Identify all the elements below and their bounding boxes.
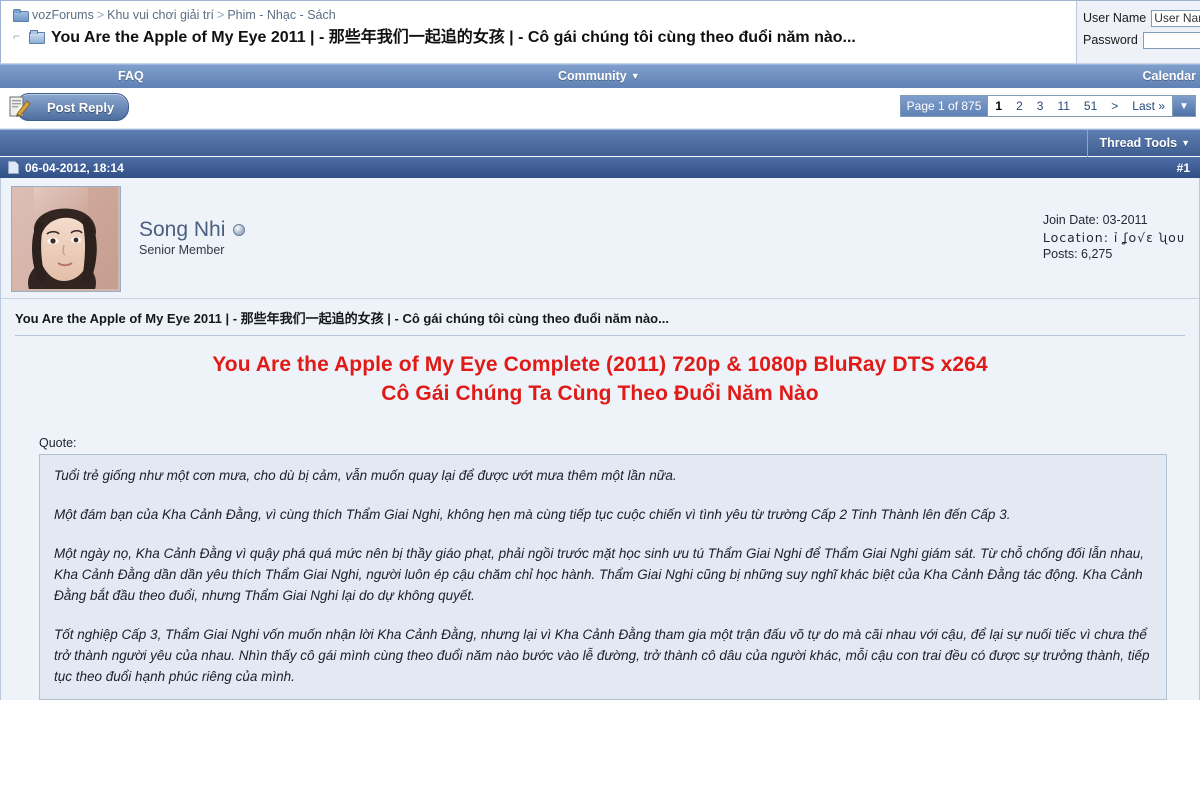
post-title: You Are the Apple of My Eye 2011 | - 那些年… (1, 298, 1199, 335)
nav-item-faq[interactable]: FAQ (118, 69, 144, 83)
forum-page: vozForums > Khu vui chơi giải trí > Phim - N… (0, 0, 1200, 790)
nav-item-calendar[interactable]: Calendar (1143, 69, 1197, 83)
thread-tools-bar: Thread Tools ▼ (0, 129, 1200, 157)
stat-location: Location: ỉ ʆᴏ√ɛ ʯᴏᴜ (1042, 230, 1185, 245)
post-date: 06-04-2012, 18:14 (8, 161, 124, 175)
post-date-text: 06-04-2012, 18:14 (25, 160, 124, 175)
avatar-image (12, 187, 118, 289)
thread-tools-button[interactable]: Thread Tools ▼ (1086, 129, 1200, 157)
nav-item-community-label: Community (558, 69, 627, 83)
post-heading-line-1: You Are the Apple of My Eye Complete (20… (212, 353, 988, 376)
nav-item-community[interactable]: Community ▼ (558, 69, 640, 83)
post-author-name-text: Song Nhi (139, 218, 226, 241)
breadcrumb-thread-title-text: You Are the Apple of My Eye 2011 | - 那些年… (51, 29, 856, 46)
post-heading-line-2: Cô Gái Chúng Ta Cùng Theo Đuổi Năm Nào (381, 382, 819, 405)
post-heading: You Are the Apple of My Eye Complete (20… (15, 350, 1185, 408)
quote-paragraph: Tốt nghiệp Cấp 3, Thẩm Giai Nghi vốn muố… (54, 627, 1150, 684)
top-strip: vozForums > Khu vui chơi giải trí > Phim - N… (0, 0, 1200, 64)
main-navbar: FAQ Community ▼ Calendar (0, 64, 1200, 89)
post-content: You Are the Apple of My Eye Complete (20… (1, 336, 1199, 700)
thread-tools-label: Thread Tools (1099, 136, 1178, 150)
post-reply-button[interactable]: Post Reply (9, 93, 130, 121)
username-label: User Name (1083, 11, 1147, 25)
thread-icon (29, 30, 45, 44)
post-user-info: Song Nhi Senior Member Join Date: 03-201… (1, 178, 1199, 298)
quote-paragraph: Tuổi trẻ giống như một cơn mưa, cho dù b… (54, 468, 677, 483)
page-dropdown-button[interactable]: ▼ (1172, 96, 1195, 116)
page-next-button[interactable]: > (1104, 96, 1125, 116)
post-author-title: Senior Member (139, 243, 225, 257)
page-link-1[interactable]: 1 (988, 96, 1009, 116)
page-link-51[interactable]: 51 (1077, 96, 1104, 116)
offline-status-icon (233, 224, 246, 236)
document-icon (8, 161, 19, 174)
breadcrumb-trail: vozForums > Khu vui chơi giải trí > Phim - N… (13, 7, 1076, 25)
user-meta: Song Nhi Senior Member (121, 186, 1189, 292)
post-header: 06-04-2012, 18:14 #1 (0, 156, 1200, 178)
breadcrumb-link-forum[interactable]: vozForums (32, 8, 94, 22)
breadcrumb-link-subforum[interactable]: Phim - Nhạc - Sách (227, 8, 335, 22)
quote-paragraph: Một đám bạn của Kha Cảnh Đằng, vì cùng t… (54, 507, 1011, 522)
compose-icon (9, 96, 31, 117)
page-link-3[interactable]: 3 (1030, 96, 1051, 116)
thread-toolbar: Post Reply Page 1 of 875 1 2 3 11 51 > L… (0, 89, 1200, 129)
login-box: User Name Password (1076, 0, 1200, 63)
page-link-2[interactable]: 2 (1009, 96, 1030, 116)
post-body: Song Nhi Senior Member Join Date: 03-201… (0, 178, 1200, 700)
post-number[interactable]: #1 (1177, 161, 1190, 175)
page-count-label: Page 1 of 875 (900, 96, 989, 116)
page-last-button[interactable]: Last » (1125, 96, 1172, 116)
quote-paragraph: Một ngày nọ, Kha Cảnh Đằng vì quậy phá q… (54, 546, 1144, 603)
username-row: User Name (1083, 7, 1200, 29)
pagination: Page 1 of 875 1 2 3 11 51 > Last » ▼ (899, 95, 1196, 117)
quote-label: Quote: (39, 436, 77, 450)
breadcrumb-thread-title: ⌐ You Are the Apple of My Eye 2011 | - 那些… (13, 25, 1076, 49)
username-input[interactable] (1151, 9, 1200, 27)
breadcrumb-separator-1: > (96, 8, 105, 22)
breadcrumb-separator-2: > (217, 8, 225, 22)
stat-posts: Posts: 6,275 (1042, 247, 1113, 261)
password-row: Password (1083, 29, 1200, 51)
post-author-name[interactable]: Song Nhi (139, 218, 1189, 242)
avatar[interactable] (11, 186, 121, 292)
chevron-down-icon: ▼ (1181, 138, 1190, 148)
quote-box: Tuổi trẻ giống như một cơn mưa, cho dù b… (39, 454, 1167, 700)
breadcrumb-link-category[interactable]: Khu vui chơi giải trí (107, 8, 214, 22)
stat-join-date: Join Date: 03-2011 (1042, 213, 1148, 227)
post-reply-label: Post Reply (47, 99, 115, 115)
post-author-stats: Join Date: 03-2011 Location: ỉ ʆᴏ√ɛ ʯᴏᴜ … (1043, 212, 1185, 263)
password-label: Password (1083, 33, 1138, 47)
tree-branch-marker: ⌐ (13, 29, 21, 43)
folder-icon (13, 9, 29, 22)
password-input[interactable] (1142, 31, 1200, 49)
page-link-11[interactable]: 11 (1050, 96, 1076, 116)
chevron-down-icon: ▼ (630, 71, 640, 81)
breadcrumb: vozForums > Khu vui chơi giải trí > Phim - N… (0, 0, 1076, 63)
